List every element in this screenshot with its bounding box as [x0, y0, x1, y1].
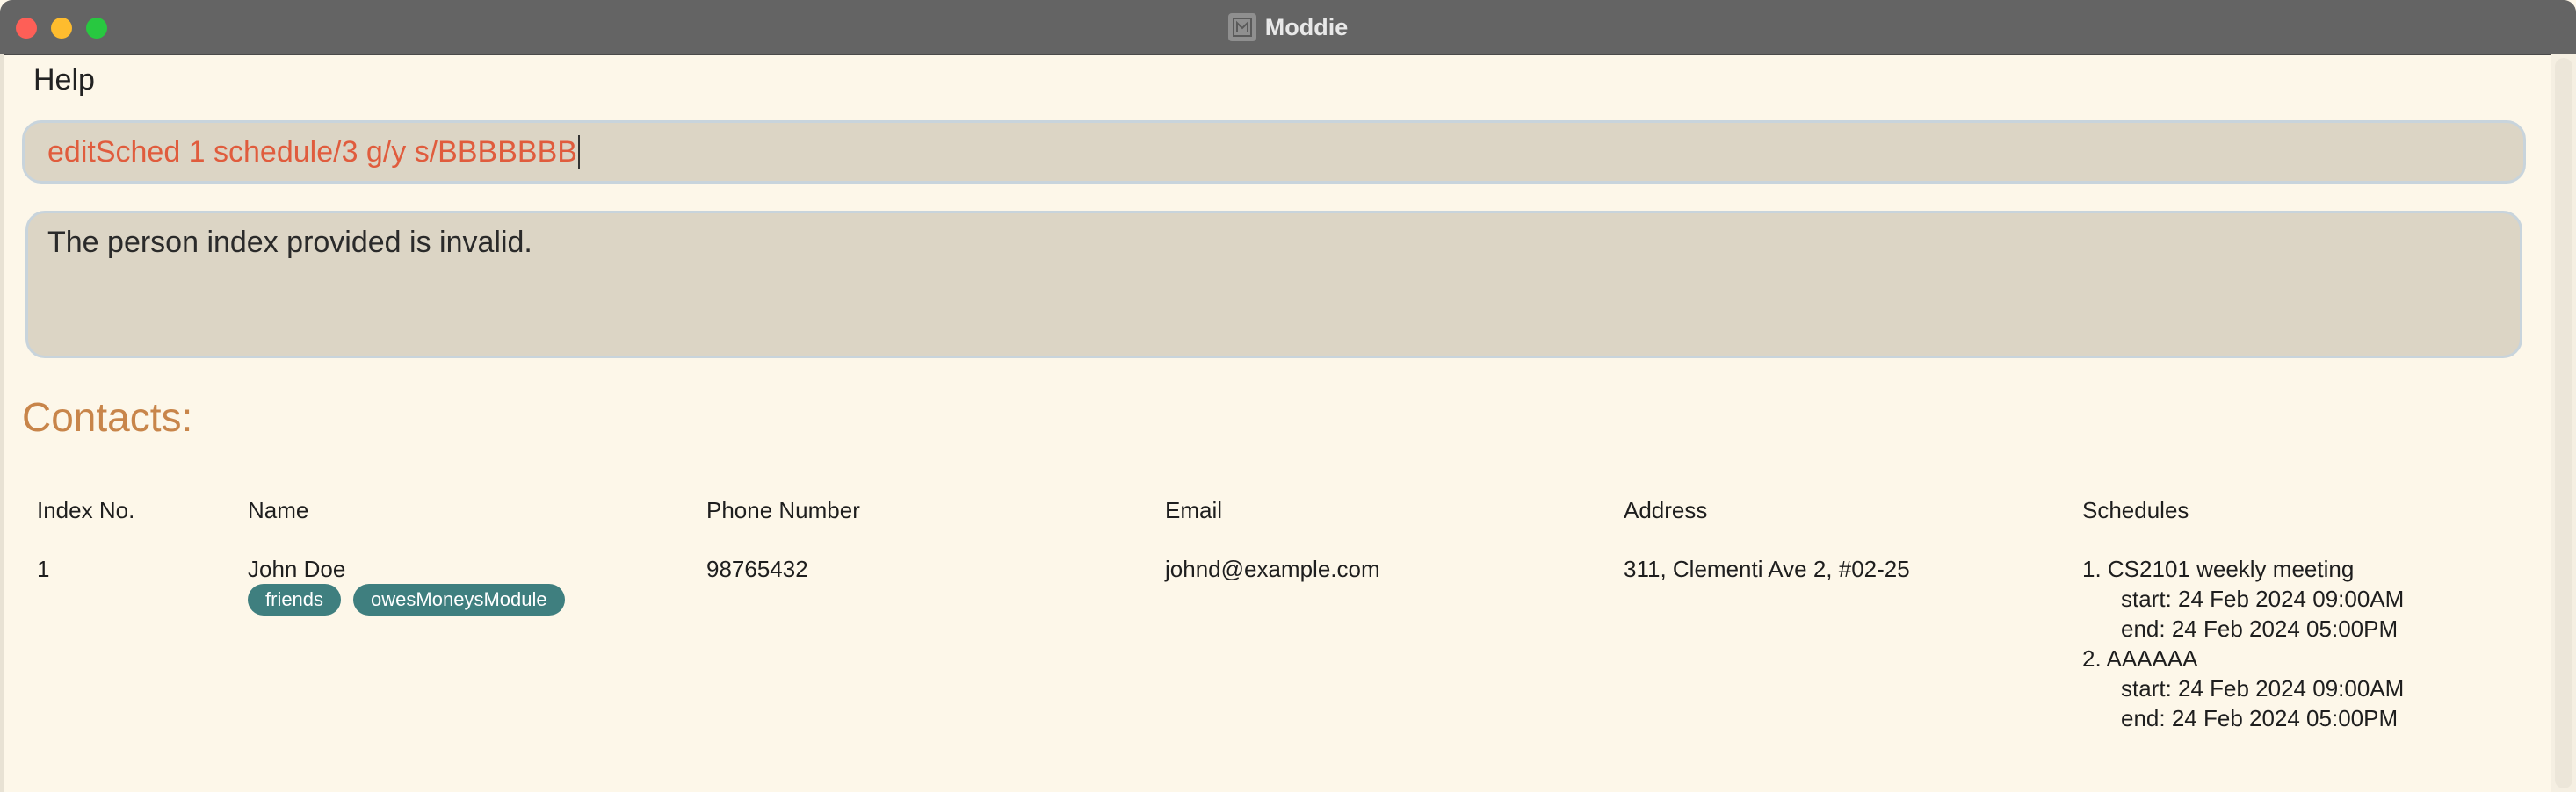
result-display[interactable]: The person index provided is invalid.	[25, 211, 2522, 358]
menu-help[interactable]: Help	[33, 63, 95, 97]
column-header-schedules: Schedules	[2082, 497, 2189, 523]
command-input[interactable]: editSched 1 schedule/3 g/y s/BBBBBBB	[22, 120, 2526, 184]
row-address: 311, Clementi Ave 2, #02-25	[1624, 556, 1910, 582]
tag-badge: owesMoneysModule	[353, 584, 565, 616]
window-title: Moddie	[1264, 13, 1349, 40]
schedule-start: start: 24 Feb 2024 09:00AM	[2121, 586, 2405, 612]
schedule-start: start: 24 Feb 2024 09:00AM	[2121, 675, 2405, 702]
window-left-edge	[0, 54, 4, 792]
column-header-index: Index No.	[37, 497, 135, 523]
row-email: johnd@example.com	[1165, 556, 1380, 582]
app-window: Moddie Help editSched 1 schedule/3 g/y s…	[0, 0, 2576, 792]
scrollbar-thumb[interactable]	[2555, 58, 2572, 788]
title-bar[interactable]: Moddie	[0, 0, 2576, 55]
column-header-phone: Phone Number	[706, 497, 860, 523]
row-name: John Doe	[248, 556, 346, 582]
column-header-address: Address	[1624, 497, 1708, 523]
column-header-name: Name	[248, 497, 309, 523]
command-input-text: editSched 1 schedule/3 g/y s/BBBBBBB	[47, 134, 577, 169]
text-caret	[577, 135, 580, 169]
tag-list: friends owesMoneysModule	[248, 584, 565, 616]
schedule-title: 2. AAAAAA	[2082, 645, 2198, 672]
schedule-end: end: 24 Feb 2024 05:00PM	[2121, 616, 2399, 642]
row-phone: 98765432	[706, 556, 808, 582]
tag-badge: friends	[248, 584, 342, 616]
window-title-group: Moddie	[0, 0, 2576, 54]
contacts-heading: Contacts:	[22, 394, 193, 440]
schedule-title: 1. CS2101 weekly meeting	[2082, 556, 2355, 582]
column-header-email: Email	[1165, 497, 1223, 523]
app-logo-icon	[1227, 13, 1256, 41]
result-message: The person index provided is invalid.	[47, 226, 532, 259]
row-index: 1	[37, 556, 50, 582]
schedule-end: end: 24 Feb 2024 05:00PM	[2121, 705, 2399, 731]
